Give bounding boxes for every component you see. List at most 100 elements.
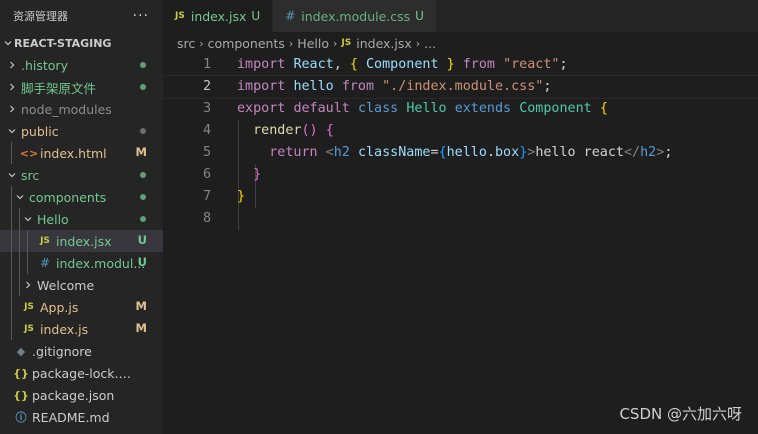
code-line: 8: [163, 208, 758, 230]
chevron-right-icon: ›: [332, 36, 338, 50]
git-status-dot: [140, 172, 146, 178]
info-file-icon: ⓘ: [15, 411, 27, 424]
code-token: Hello: [406, 101, 447, 116]
code-token: h2: [640, 145, 657, 160]
tree-folder[interactable]: 脚手架原文件: [0, 76, 163, 98]
tree-file[interactable]: JS index.jsx U: [0, 230, 163, 252]
tree-folder[interactable]: components: [0, 186, 163, 208]
code-token: h2: [333, 145, 350, 160]
tab-status-badge: U: [415, 9, 424, 23]
tree-folder[interactable]: public: [0, 120, 163, 142]
tree-indent-guide: [11, 252, 12, 274]
breadcrumb-item-file[interactable]: index.jsx: [356, 36, 412, 51]
breadcrumb-item-components[interactable]: components: [208, 36, 285, 51]
file-tree: .history 脚手架原文件 node_modules public <> index.…: [0, 54, 163, 428]
html-file-icon: <>: [19, 146, 39, 160]
breadcrumb-item-src[interactable]: src: [177, 36, 195, 51]
git-status-badge: M: [135, 299, 147, 313]
code-token: }: [446, 57, 455, 72]
tree-file[interactable]: <> index.html M: [0, 142, 163, 164]
tree-item-label: node_modules: [21, 101, 112, 117]
tree-indent-guide: [11, 186, 12, 208]
editor-tabs: JS index.jsx U # index.module.css U: [163, 0, 758, 32]
code-line: 6 }: [163, 164, 758, 186]
project-section-header[interactable]: REACT-STAGING: [0, 32, 163, 54]
code-token: ;: [543, 79, 552, 94]
tree-file[interactable]: {}package-lock.json: [0, 362, 163, 384]
code-token: }: [253, 167, 262, 182]
tree-item-label: .history: [21, 57, 68, 73]
chevron-down-icon: [2, 38, 14, 48]
tree-folder[interactable]: Welcome: [0, 274, 163, 296]
tree-file[interactable]: # index.modul... U: [0, 252, 163, 274]
code-token: ;: [664, 145, 673, 160]
tabs-empty-area: [436, 0, 758, 32]
tab-status-badge: U: [251, 9, 261, 23]
tree-item-label: public: [21, 123, 59, 139]
chevron-down-icon: [6, 170, 18, 180]
tree-item-label: Welcome: [37, 277, 95, 293]
tab-index-jsx[interactable]: JS index.jsx U: [163, 0, 274, 32]
tree-file[interactable]: ⓘ README.md: [0, 406, 163, 428]
tree-item-label: index.js: [40, 321, 89, 337]
tree-folder[interactable]: src: [0, 164, 163, 186]
tree-file[interactable]: JS App.js M: [0, 296, 163, 318]
git-file-icon: ◆: [16, 344, 26, 358]
code-text: import hello from "./index.module.css";: [237, 76, 551, 98]
js-file-icon: JS: [341, 38, 352, 48]
code-token: from: [341, 79, 375, 94]
git-status-dot: [140, 194, 146, 200]
tab-index-module-css[interactable]: # index.module.css U: [273, 0, 437, 32]
tree-folder[interactable]: node_modules: [0, 98, 163, 120]
tree-folder[interactable]: .history: [0, 54, 163, 76]
line-number: 1: [202, 57, 211, 72]
json-file-icon: {}: [13, 388, 29, 402]
explorer-sidebar: 资源管理器 ··· REACT-STAGING .history 脚手架原文件 no…: [0, 0, 163, 434]
tree-file[interactable]: JS index.js M: [0, 318, 163, 340]
tree-indent-guide: [11, 230, 12, 252]
code-text: export default class Hello extends Compo…: [237, 98, 608, 120]
chevron-right-icon: ›: [199, 36, 204, 50]
tree-item-label: components: [29, 189, 107, 205]
chevron-right-icon: [22, 280, 34, 290]
git-status-badge: M: [135, 145, 147, 159]
explorer-title: 资源管理器: [13, 10, 68, 23]
tree-file[interactable]: {} package.json: [0, 384, 163, 406]
code-token: import: [237, 79, 286, 94]
tree-item-label: Hello: [37, 211, 69, 227]
chevron-down-icon: [6, 126, 18, 136]
tree-file[interactable]: ◆ .gitignore: [0, 340, 163, 362]
code-token: import: [237, 57, 286, 72]
breadcrumb-item-hello[interactable]: Hello: [297, 36, 329, 51]
code-line: 7}: [163, 186, 758, 208]
tree-indent-guide: [11, 318, 12, 340]
project-name: REACT-STAGING: [14, 36, 112, 50]
code-token: render: [253, 123, 302, 138]
breadcrumb-item-symbols[interactable]: ...: [424, 36, 436, 51]
code-token: <: [325, 145, 334, 160]
code-token: .: [486, 145, 495, 160]
line-number: 5: [202, 145, 211, 160]
code-token: "react": [503, 57, 560, 72]
git-status-dot: [140, 216, 146, 222]
tree-indent-guide: [11, 208, 12, 230]
code-editor[interactable]: 1 import React, { Component } from "react…: [162, 54, 758, 230]
code-text: }: [237, 186, 245, 208]
code-line: 2 import hello from "./index.module.css";: [162, 75, 758, 99]
more-actions-icon[interactable]: ···: [133, 8, 149, 24]
line-number: 3: [202, 101, 211, 116]
tree-folder[interactable]: Hello: [0, 208, 163, 230]
tree-item-label: .gitignore: [32, 343, 92, 359]
code-line: 5 return <h2 className={hello.box}>hello…: [163, 142, 758, 164]
line-number: 8: [202, 211, 211, 226]
git-status-badge: U: [137, 255, 147, 269]
chevron-down-icon: [22, 214, 34, 224]
